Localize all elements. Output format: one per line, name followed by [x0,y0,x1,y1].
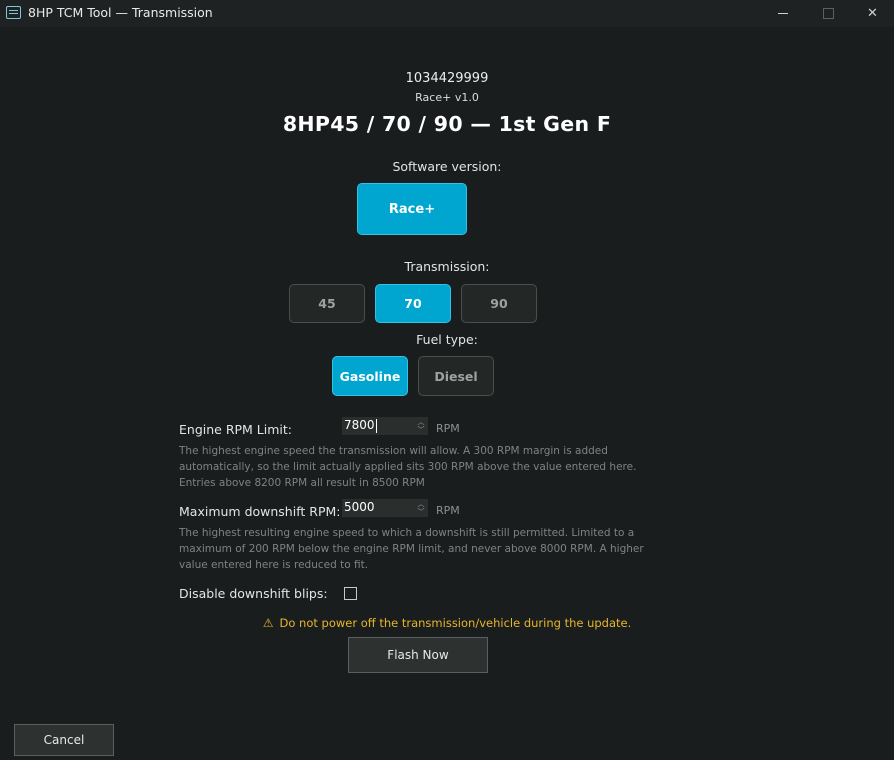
downshift-rpm-help: The highest resulting engine speed to wh… [179,527,644,571]
minimize-button[interactable] [760,0,805,27]
page-title: 8HP45 / 70 / 90 — 1st Gen F [282,112,612,136]
software-version-label: Software version: [392,159,502,174]
warning-icon: ⚠ [262,616,274,630]
text-caret [375,418,377,433]
transmission-option-70[interactable]: 70 [375,284,451,323]
app-icon [6,6,21,19]
downshift-rpm-unit: RPM [436,504,460,517]
cancel-button[interactable]: Cancel [14,724,114,756]
disable-blips-checkbox[interactable] [344,587,357,600]
fuel-option-diesel[interactable]: Diesel [418,356,494,396]
rpm-limit-unit: RPM [436,422,460,435]
serial-number: 1034429999 [405,71,489,86]
rpm-limit-help: The highest engine speed the transmissio… [179,445,637,489]
rpm-limit-label: Engine RPM Limit: [179,422,292,437]
fuel-type-label: Fuel type: [416,332,478,347]
transmission-option-90[interactable]: 90 [461,284,537,323]
minimize-icon [777,13,788,14]
rpm-limit-input[interactable]: 7800 ︿ ﹀ [342,417,428,435]
title-bar: 8HP TCM Tool — Transmission ✕ [0,0,894,27]
close-button[interactable]: ✕ [850,0,894,27]
software-option-race-plus[interactable]: Race+ [357,183,467,235]
spin-arrows-icon[interactable]: ︿ ﹀ [416,418,426,434]
maximize-button[interactable] [806,0,851,27]
warning-text: Do not power off the transmission/vehicl… [279,616,632,630]
spin-arrows-icon[interactable]: ︿ ﹀ [416,500,426,516]
window-title: 8HP TCM Tool — Transmission [28,5,213,20]
warning-message: ⚠ Do not power off the transmission/vehic… [0,616,894,630]
flash-now-button[interactable]: Flash Now [348,637,488,673]
downshift-rpm-input[interactable]: 5000 ︿ ﹀ [342,499,428,517]
maximize-icon [823,8,834,19]
disable-blips-label: Disable downshift blips: [179,586,328,601]
downshift-rpm-label: Maximum downshift RPM: [179,504,341,519]
software-version-text: Race+ v1.0 [415,91,479,104]
close-icon: ✕ [867,6,878,21]
transmission-label: Transmission: [404,259,490,274]
fuel-option-gasoline[interactable]: Gasoline [332,356,408,396]
rpm-limit-value: 7800 [344,418,375,432]
transmission-option-45[interactable]: 45 [289,284,365,323]
downshift-rpm-value: 5000 [344,500,375,514]
